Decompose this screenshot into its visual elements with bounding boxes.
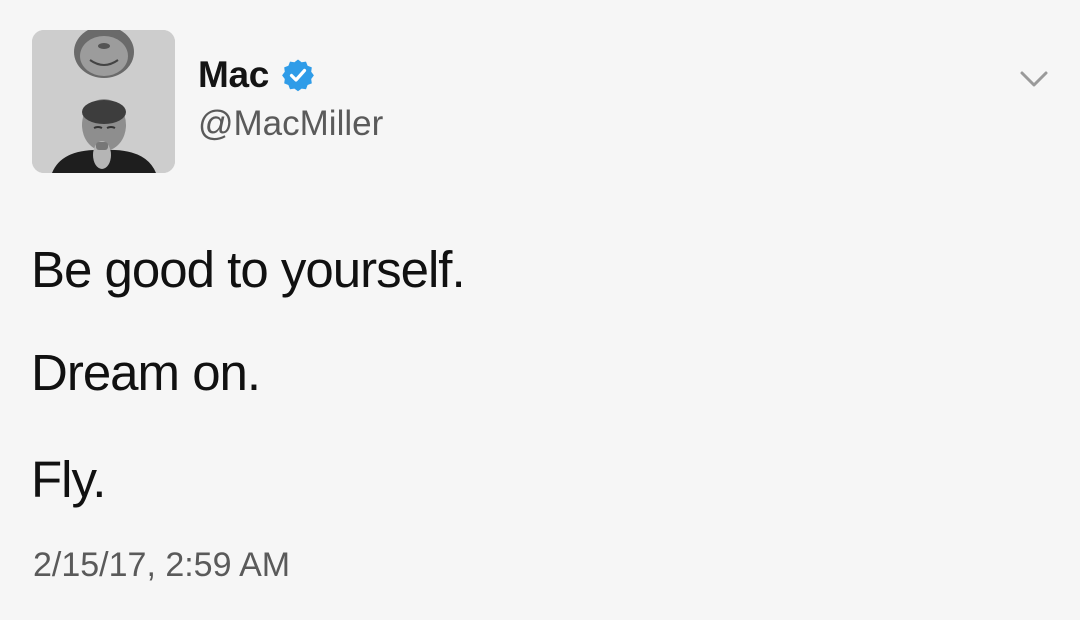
display-name: Mac [198,54,270,95]
display-name-row[interactable]: Mac [198,52,315,98]
tweet-timestamp[interactable]: 2/15/17, 2:59 AM [33,546,290,585]
tweet-text-line: Be good to yourself. [31,241,466,298]
avatar[interactable] [32,30,175,173]
chevron-down-icon[interactable] [1014,64,1054,94]
tweet-card: Mac @MacMiller Be good to yourself. Drea… [0,0,1080,620]
user-handle[interactable]: @MacMiller [198,104,383,144]
tweet-text-line: Fly. [31,451,106,508]
tweet-text-line: Dream on. [31,344,261,401]
avatar-photo [32,30,175,173]
verified-badge-icon [281,58,315,92]
